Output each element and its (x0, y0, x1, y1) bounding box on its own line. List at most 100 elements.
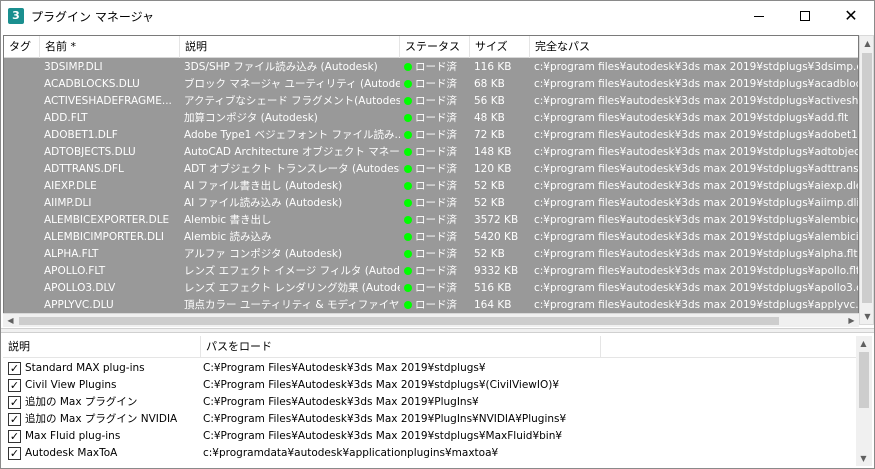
load-path-rows: ✓ Standard MAX plug-ins C:¥Program Files¥A… (3, 360, 856, 462)
enable-checkbox[interactable]: ✓ (8, 430, 21, 443)
cell-name: APOLLO3.DLV (44, 282, 116, 294)
column-header-path-description[interactable]: 説明 (3, 336, 201, 358)
status-dot-icon (404, 131, 412, 139)
cell-name: AIEXP.DLE (44, 180, 97, 192)
cell-tag (4, 229, 40, 246)
column-header-description[interactable]: 説明 (180, 36, 400, 58)
load-path-vertical-scrollbar[interactable]: ▲ ▼ (856, 336, 872, 466)
cell-name: APOLLO.FLT (44, 265, 106, 277)
path-description: 追加の Max プラグイン NVIDIA (25, 413, 178, 425)
table-row[interactable]: AIIMP.DLI AI ファイル読み込み (Autodesk) ロード済 52 KB… (4, 195, 858, 212)
load-path: C:¥Program Files¥Autodesk¥3ds Max 2019¥s… (203, 379, 560, 391)
minimize-button[interactable] (736, 1, 782, 31)
cell-size: 48 KB (474, 112, 505, 124)
status-text: ロード済 (415, 180, 457, 192)
cell-status: ロード済 (400, 246, 470, 263)
scroll-thumb[interactable] (862, 53, 872, 303)
column-header-load-path[interactable]: パスをロード (201, 336, 601, 358)
list-item[interactable]: ✓ Standard MAX plug-ins C:¥Program Files¥A… (3, 360, 856, 377)
table-row[interactable]: ALEMBICIMPORTER.DLI Alembic 読み込み ロード済 5420 … (4, 229, 858, 246)
status-text: ロード済 (415, 265, 457, 277)
status-text: ロード済 (415, 231, 457, 243)
cell-description: 頂点カラー ユーティリティ & モディファイヤ (... (184, 299, 400, 311)
list-item[interactable]: ✓ Civil View Plugins C:¥Program Files¥Auto… (3, 377, 856, 394)
table-row[interactable]: ADTOBJECTS.DLU AutoCAD Architecture オブジェク… (4, 144, 858, 161)
horizontal-scroll-thumb[interactable] (19, 317, 779, 325)
title-bar[interactable]: 3 プラグイン マネージャ ✕ (1, 1, 874, 31)
scroll-up-icon[interactable]: ▲ (856, 336, 871, 351)
cell-path: c:¥program files¥autodesk¥3ds max 2019¥s… (534, 265, 859, 277)
maximize-button[interactable] (782, 1, 828, 31)
minimize-icon (754, 15, 764, 17)
list-item[interactable]: ✓ 追加の Max プラグイン NVIDIA C:¥Program Files¥Au… (3, 411, 856, 428)
cell-description: AI ファイル読み込み (Autodesk) (184, 197, 343, 209)
list-item[interactable]: ✓ Autodesk MaxToA c:¥programdata¥autodesk¥… (3, 445, 856, 462)
scroll-up-icon[interactable]: ▲ (860, 36, 875, 51)
column-header-status[interactable]: ステータス (400, 36, 470, 58)
status-dot-icon (404, 301, 412, 309)
table-row[interactable]: APOLLO.FLT レンズ エフェクト イメージ フィルタ (Autodesk)… (4, 263, 858, 280)
window-title: プラグイン マネージャ (31, 10, 154, 24)
cell-size: 68 KB (474, 78, 505, 90)
scroll-down-icon[interactable]: ▼ (856, 451, 871, 466)
scroll-right-icon[interactable]: ▶ (844, 314, 859, 328)
status-dot-icon (404, 267, 412, 275)
table-row[interactable]: 3DSIMP.DLI 3DS/SHP ファイル読み込み (Autodesk) ロード… (4, 59, 858, 76)
cell-size: 516 KB (474, 282, 512, 294)
plugin-list-vertical-scrollbar[interactable]: ▲ ▼ (859, 35, 874, 325)
column-header-tag[interactable]: タグ (4, 36, 40, 58)
cell-tag (4, 161, 40, 178)
enable-checkbox[interactable]: ✓ (8, 362, 21, 375)
cell-tag (4, 110, 40, 127)
cell-description: AutoCAD Architecture オブジェクト マネー... (184, 146, 400, 158)
table-row[interactable]: AIEXP.DLE AI ファイル書き出し (Autodesk) ロード済 52 KB… (4, 178, 858, 195)
plugin-list[interactable]: タグ 名前 * 説明 ステータス サイズ 完全なパス 3DSIMP.DLI 3DS… (3, 35, 859, 325)
cell-size: 164 KB (474, 299, 512, 311)
table-row[interactable]: ADOBET1.DLF Adobe Type1 ベジェフォント ファイル読み...… (4, 127, 858, 144)
table-row[interactable]: ALPHA.FLT アルファ コンポジタ (Autodesk) ロード済 52 KB c… (4, 246, 858, 263)
status-dot-icon (404, 199, 412, 207)
close-button[interactable]: ✕ (828, 1, 874, 31)
load-path-list[interactable]: 説明 パスをロード ✓ Standard MAX plug-ins C:¥Progr… (3, 336, 856, 466)
scroll-down-icon[interactable]: ▼ (860, 309, 875, 324)
cell-size: 120 KB (474, 163, 512, 175)
list-item[interactable]: ✓ Max Fluid plug-ins C:¥Program Files¥Auto… (3, 428, 856, 445)
enable-checkbox[interactable]: ✓ (8, 447, 21, 460)
cell-status: ロード済 (400, 110, 470, 127)
status-text: ロード済 (415, 78, 457, 90)
scroll-left-icon[interactable]: ◀ (3, 314, 18, 328)
column-header-name[interactable]: 名前 * (40, 36, 180, 58)
cell-name: ALEMBICEXPORTER.DLE (44, 214, 170, 226)
list-item[interactable]: ✓ 追加の Max プラグイン C:¥Program Files¥Autodesk¥… (3, 394, 856, 411)
status-text: ロード済 (415, 95, 457, 107)
cell-tag (4, 93, 40, 110)
cell-size: 52 KB (474, 197, 505, 209)
cell-path: c:¥program files¥autodesk¥3ds max 2019¥s… (534, 180, 859, 192)
plugin-list-horizontal-scrollbar[interactable]: ◀ ▶ (3, 313, 859, 327)
enable-checkbox[interactable]: ✓ (8, 396, 21, 409)
cell-description: ADT オブジェクト トランスレータ (Autodesk) (184, 163, 400, 175)
cell-name: ACTIVESHADEFRAGME... (44, 95, 172, 107)
table-row[interactable]: ADD.FLT 加算コンポジタ (Autodesk) ロード済 48 KB c:¥pro… (4, 110, 858, 127)
enable-checkbox[interactable]: ✓ (8, 413, 21, 426)
table-row[interactable]: APPLYVC.DLU 頂点カラー ユーティリティ & モディファイヤ (... ロ… (4, 297, 858, 314)
cell-status: ロード済 (400, 59, 470, 76)
column-header-path[interactable]: 完全なパス (530, 36, 858, 58)
cell-size: 56 KB (474, 95, 505, 107)
cell-description: 加算コンポジタ (Autodesk) (184, 112, 318, 124)
table-row[interactable]: ADTTRANS.DFL ADT オブジェクト トランスレータ (Autodesk… (4, 161, 858, 178)
table-row[interactable]: ACTIVESHADEFRAGME... アクティブなシェード フラグメント(Au… (4, 93, 858, 110)
panel-splitter[interactable] (1, 328, 874, 333)
table-row[interactable]: ALEMBICEXPORTER.DLE Alembic 書き出し ロード済 3572 … (4, 212, 858, 229)
cell-path: c:¥program files¥autodesk¥3ds max 2019¥s… (534, 78, 859, 90)
scroll-thumb[interactable] (859, 352, 869, 408)
plugin-rows: 3DSIMP.DLI 3DS/SHP ファイル読み込み (Autodesk) ロード… (4, 59, 858, 314)
cell-path: c:¥program files¥autodesk¥3ds max 2019¥s… (534, 129, 859, 141)
column-header-size[interactable]: サイズ (470, 36, 530, 58)
cell-size: 116 KB (474, 61, 512, 73)
cell-tag (4, 59, 40, 76)
enable-checkbox[interactable]: ✓ (8, 379, 21, 392)
table-row[interactable]: ACADBLOCKS.DLU ブロック マネージャ ユーティリティ (Autode… (4, 76, 858, 93)
cell-size: 52 KB (474, 248, 505, 260)
table-row[interactable]: APOLLO3.DLV レンズ エフェクト レンダリング効果 (Autodesk)… (4, 280, 858, 297)
